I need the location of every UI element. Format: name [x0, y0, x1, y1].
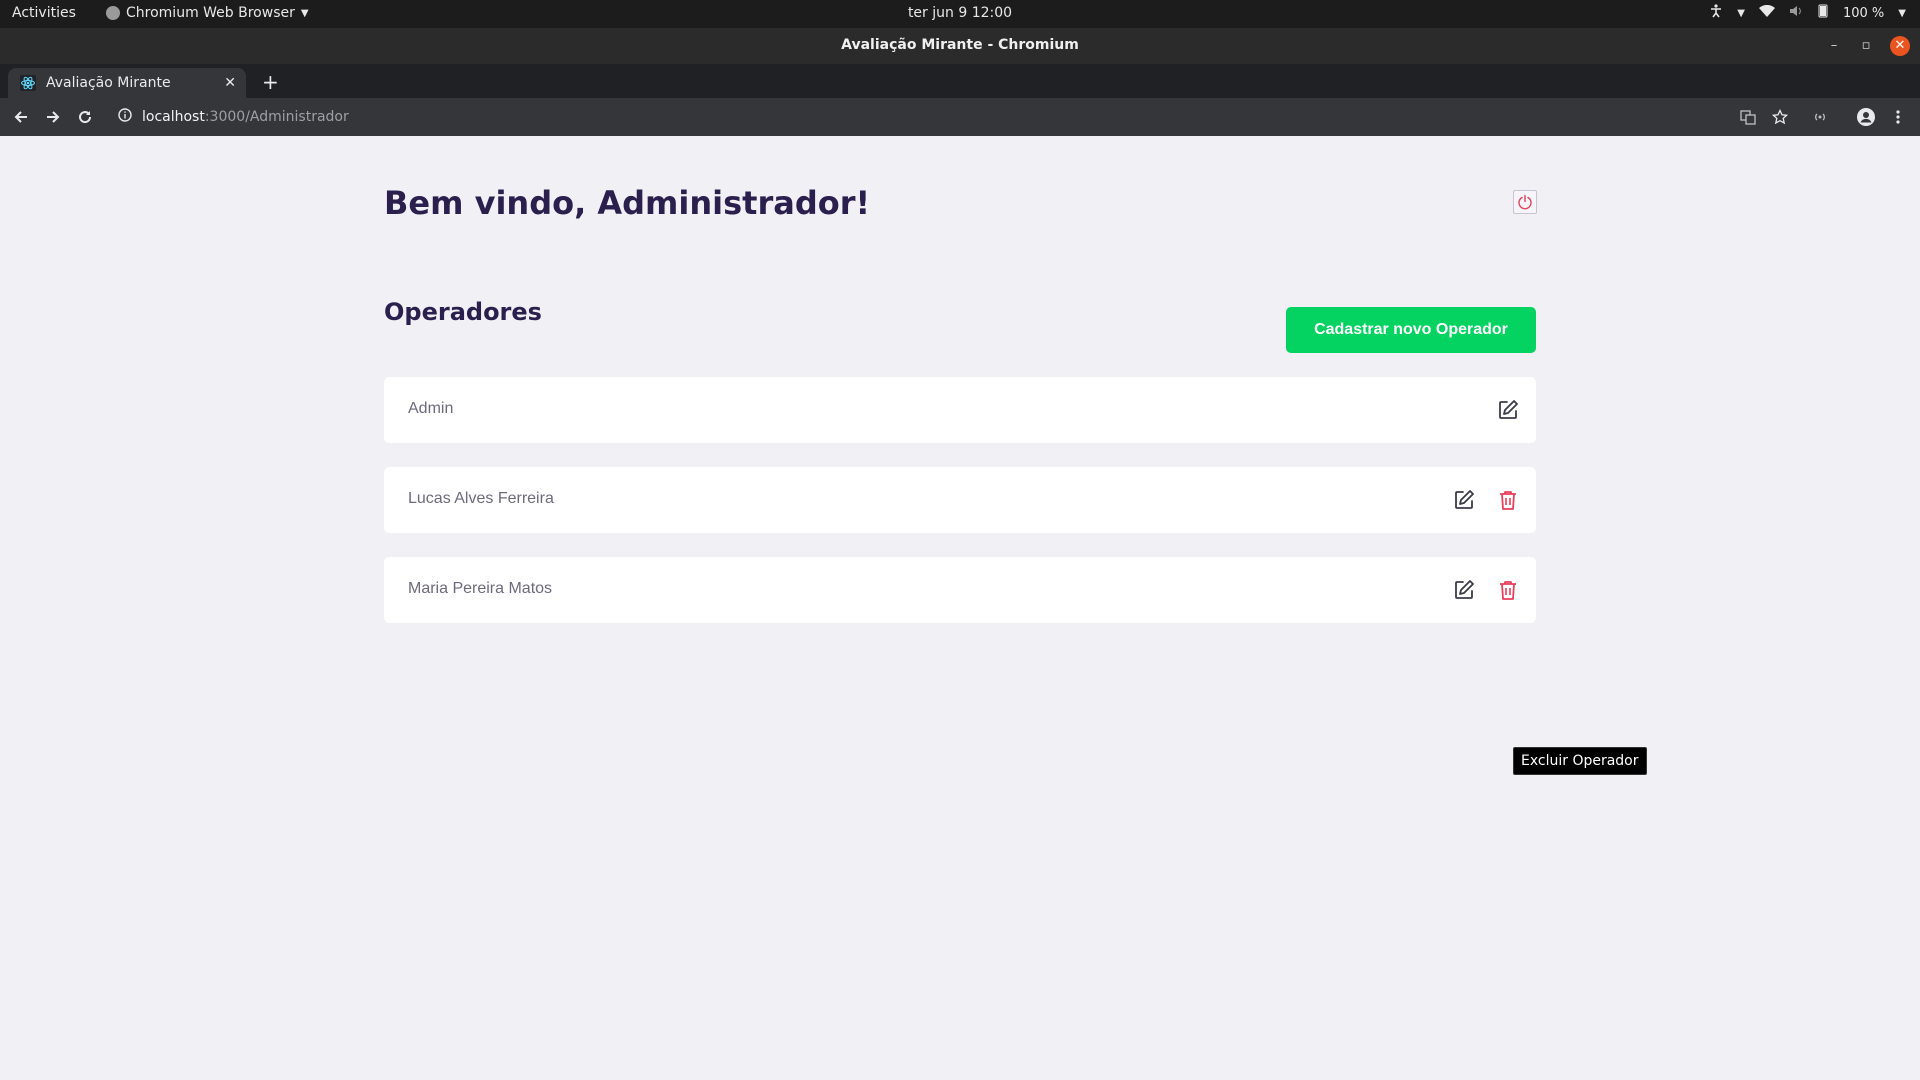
battery-level: 100 % [1842, 5, 1885, 21]
chevron-down-icon: ▼ [1737, 7, 1745, 19]
translate-icon[interactable] [1738, 107, 1758, 127]
edit-icon[interactable] [1496, 398, 1520, 422]
page-content: Bem vindo, Administrador! Operadores Cad… [0, 136, 1920, 1080]
cast-icon[interactable] [1810, 107, 1830, 127]
operator-row: Admin [384, 377, 1536, 443]
power-icon [1518, 194, 1532, 210]
maximize-button[interactable]: ▫ [1856, 36, 1876, 56]
profile-icon[interactable] [1856, 107, 1876, 127]
section-title: Operadores [384, 298, 542, 326]
bookmark-star-icon[interactable] [1770, 107, 1790, 127]
tab-strip: Avaliação Mirante ✕ + [0, 64, 1920, 98]
window-title: Avaliação Mirante - Chromium [841, 37, 1079, 53]
accessibility-icon[interactable] [1709, 4, 1723, 22]
trash-icon[interactable] [1496, 488, 1520, 512]
forward-button[interactable] [43, 107, 63, 127]
add-operator-button[interactable]: Cadastrar novo Operador [1286, 307, 1536, 353]
activities-button[interactable]: Activities [12, 5, 76, 21]
app-menu-label: Chromium Web Browser [126, 5, 295, 21]
chevron-down-icon: ▼ [300, 7, 309, 19]
app-menu[interactable]: Chromium Web Browser ▼ [106, 5, 309, 21]
close-window-button[interactable]: ✕ [1890, 36, 1910, 56]
operator-name: Admin [408, 400, 454, 417]
edit-icon[interactable] [1452, 578, 1476, 602]
system-tray[interactable]: ▼ 100 % ▼ [1709, 4, 1906, 22]
reload-button[interactable] [75, 107, 95, 127]
info-icon[interactable] [118, 108, 132, 126]
operator-name: Maria Pereira Matos [408, 580, 553, 597]
logout-button[interactable] [1513, 190, 1537, 214]
minimize-button[interactable]: – [1824, 36, 1844, 56]
page-title: Bem vindo, Administrador! [384, 184, 871, 222]
volume-icon [1789, 5, 1803, 21]
window-title-bar: Avaliação Mirante - Chromium – ▫ ✕ [0, 28, 1920, 64]
react-icon [20, 75, 36, 91]
operator-row: Maria Pereira Matos [384, 557, 1536, 623]
tab-title: Avaliação Mirante [46, 75, 171, 91]
edit-icon[interactable] [1452, 488, 1476, 512]
browser-toolbar: localhost:3000/Administrador [0, 98, 1920, 136]
trash-icon[interactable] [1496, 578, 1520, 602]
back-button[interactable] [11, 107, 31, 127]
operator-name: Lucas Alves Ferreira [408, 490, 554, 507]
address-bar[interactable]: localhost:3000/Administrador [110, 102, 1740, 132]
url-host: localhost [142, 109, 205, 125]
operator-row: Lucas Alves Ferreira [384, 467, 1536, 533]
chromium-icon [106, 6, 120, 20]
kebab-menu-icon[interactable] [1888, 107, 1908, 127]
battery-icon [1817, 4, 1829, 22]
new-tab-button[interactable]: + [262, 72, 279, 92]
url-path: :3000/Administrador [204, 109, 349, 125]
os-top-bar: Activities Chromium Web Browser ▼ ter ju… [0, 0, 1920, 28]
close-icon[interactable]: ✕ [224, 75, 236, 91]
wifi-icon [1758, 4, 1775, 22]
browser-tab[interactable]: Avaliação Mirante ✕ [8, 68, 246, 98]
delete-operator-tooltip: Excluir Operador [1513, 747, 1647, 775]
chevron-down-icon: ▼ [1898, 7, 1906, 19]
